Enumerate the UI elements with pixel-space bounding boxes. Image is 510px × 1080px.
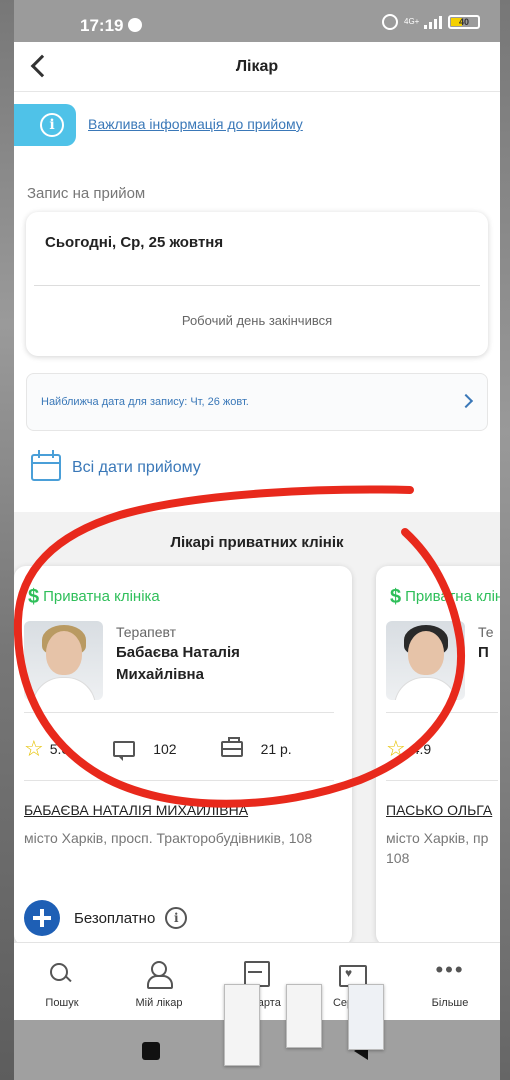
more-icon: ••• [435,957,465,982]
sync-icon [128,18,142,32]
background-right-strip [500,0,510,1080]
price-label: Безоплатно [74,909,156,927]
status-icons: 4G+ 40 [382,14,480,30]
star-icon: ☆ [24,736,44,761]
screenshot-thumbnails [224,984,384,1066]
info-button[interactable]: i [14,104,76,146]
nav-item-more[interactable]: ••• Більше [402,957,498,1010]
doctor-rating: 4.9 [411,741,432,757]
nav-item-search[interactable]: Пошук [14,961,110,1009]
page-title: Лікар [235,58,279,75]
important-info-link[interactable]: Важлива інформація до прийому [88,116,303,132]
doctor-stats: ☆ 5.0 102 21 р. [24,736,292,762]
doctor-name: П [478,644,489,661]
doctor-card[interactable]: $Приватна клініка Те П ☆ 4.9 ПАСЬКО ОЛЬГ… [376,566,500,946]
doctor-specialty: Терапевт [116,624,177,640]
background-left-strip [0,0,14,1080]
workday-status: Робочий день закінчився [181,313,333,328]
appointment-panel: i Важлива інформація до прийому Запис на… [14,92,500,512]
battery-icon: 40 [448,15,480,29]
thumbnail[interactable] [348,984,384,1050]
battery-level: 40 [458,17,469,27]
dollar-icon: $ [390,586,402,608]
phone-screen: 17:19 4G+ 40 Лікар i Важлива інформація … [14,0,500,1080]
doctor-reviews: 102 [153,741,177,757]
appointment-section-label: Запис на прийом [27,185,146,202]
doctor-specialty: Те [478,624,494,640]
private-clinics-title: Лікарі приватних клінік [170,534,344,551]
clinic-badge: $Приватна клініка [390,586,500,609]
status-bar: 17:19 4G+ 40 [14,0,500,42]
divider [24,780,334,781]
nearest-date-button[interactable]: Найближча дата для запису: Чт, 26 жовт. [26,373,488,431]
doctor-full-name-link[interactable]: БАБАЄВА НАТАЛІЯ МИХАЙЛІВНА [24,802,248,818]
alarm-icon [382,14,398,30]
doctor-experience: 21 р. [260,741,292,757]
dollar-icon: $ [28,586,40,608]
nav-label: Пошук [45,997,79,1009]
nearest-date-text: Найближча дата для запису: Чт, 26 жовт. [41,396,249,408]
thumbnail[interactable] [286,984,322,1048]
doctor-card[interactable]: $ Приватна клініка Терапевт Бабаєва Натал… [14,566,352,946]
divider [34,285,480,286]
star-icon: ☆ [386,736,406,761]
search-icon [14,961,110,987]
network-type: 4G+ [404,17,420,26]
thumbnail[interactable] [224,984,260,1066]
price-row: Безоплатно i [24,900,188,936]
divider [24,712,334,713]
info-icon[interactable]: i [165,907,188,929]
nav-label: Мій лікар [135,997,183,1009]
doctor-name: Бабаєва Наталія Михайлівна [116,644,240,683]
status-time: 17:19 [80,16,124,35]
doctor-rating: 5.0 [49,741,70,757]
medical-shield-icon [24,900,60,936]
doctor-icon [111,961,207,989]
calendar-icon[interactable] [31,450,61,481]
all-dates-link[interactable]: Всі дати прийому [72,459,201,477]
divider [386,780,498,781]
doctor-full-name-link[interactable]: ПАСЬКО ОЛЬГА [386,802,492,818]
nav-label: Більше [431,997,469,1009]
briefcase-icon [220,737,243,757]
info-icon: i [40,113,64,137]
clinic-label: Приватна клініка [43,588,160,605]
app-header: Лікар [14,42,500,92]
doctor-address: місто Харків, пр 108 [386,830,489,866]
chevron-right-icon [458,393,474,409]
nav-item-my-doctor[interactable]: Мій лікар [111,961,207,1009]
doctor-stats: ☆ 4.9 [386,736,431,762]
recent-apps-icon[interactable] [142,1042,160,1060]
comment-icon [113,741,136,761]
clinic-label: Приватна клініка [405,588,500,605]
signal-icon [424,15,442,29]
divider [386,712,498,713]
appointment-date: Сьогодні, Ср, 25 жовтня [45,234,224,251]
clinic-badge: $Приватна клініка [28,586,160,609]
doctor-photo [24,621,103,700]
date-card[interactable]: Сьогодні, Ср, 25 жовтня Робочий день зак… [26,212,488,356]
doctor-address: місто Харків, просп. Тракторобудівників,… [24,830,313,846]
doctor-photo [386,621,465,700]
